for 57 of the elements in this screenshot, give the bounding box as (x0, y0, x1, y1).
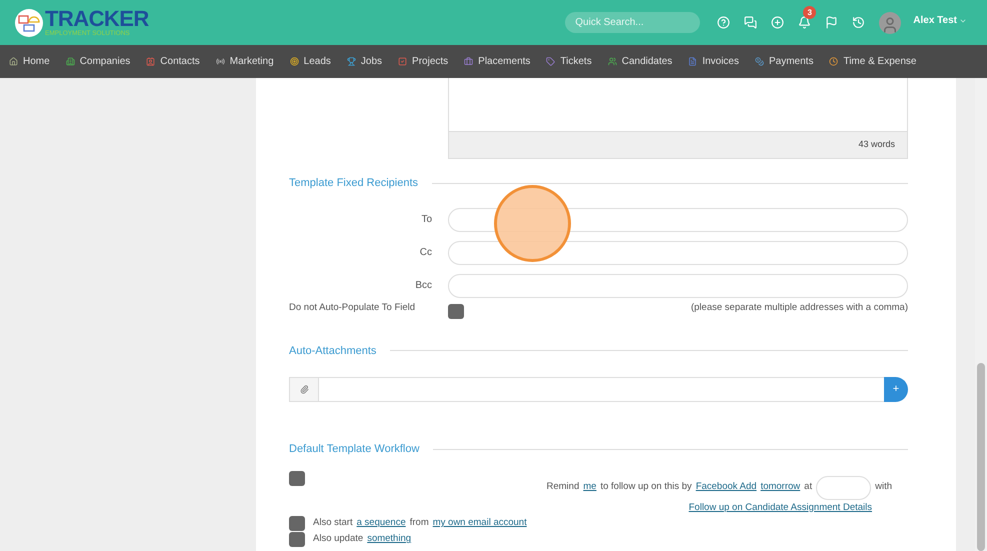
checkbox[interactable] (289, 532, 305, 547)
nav-item[interactable]: Projects (398, 54, 448, 69)
nav-item[interactable]: Tickets (546, 54, 592, 69)
nav-item[interactable]: Companies (66, 54, 130, 69)
nav-item[interactable]: Invoices (688, 54, 739, 69)
nav-item[interactable]: Jobs (346, 54, 382, 69)
recipient-field[interactable] (448, 240, 908, 264)
follow-up-link[interactable]: Follow up on Candidate Assignment Details (688, 500, 872, 515)
workflow-text: from (410, 516, 429, 530)
field-label: Bcc (414, 279, 432, 293)
nav-item[interactable]: Marketing (216, 54, 274, 69)
checkbox[interactable] (448, 304, 464, 318)
chat-icon[interactable] (744, 16, 758, 29)
notification-badge: 3 (803, 6, 816, 19)
nav-item[interactable]: Time & Expense (829, 54, 916, 69)
logo-title: TRACKER (45, 8, 149, 30)
separator-hint: (please separate multiple addresses with a comma) (690, 300, 908, 315)
field-label: To (420, 213, 432, 227)
workflow-link[interactable]: a sequence (356, 516, 406, 530)
add-attachment-button[interactable]: + (884, 377, 908, 402)
word-count: 43 words (858, 138, 895, 152)
quick-search-field[interactable]: Quick Search... (565, 12, 700, 33)
checkbox[interactable] (289, 470, 305, 486)
time-field[interactable] (816, 476, 872, 500)
add-icon[interactable] (771, 16, 784, 29)
workflow-text: to follow up on this by (600, 480, 692, 494)
workflow-text: Remind (546, 480, 580, 494)
paperclip-icon (300, 385, 308, 394)
nav-item[interactable]: Payments (755, 54, 814, 69)
nav-item[interactable]: Home (9, 54, 50, 69)
flag-icon[interactable] (825, 16, 838, 29)
recipient-field[interactable] (448, 274, 908, 298)
nav-item[interactable]: Placements (464, 54, 530, 69)
workflow-text: Also start (313, 516, 353, 530)
avatar-icon[interactable] (879, 12, 902, 34)
nav-item[interactable]: Leads (290, 54, 331, 69)
section-title: Template Fixed Recipients (289, 176, 418, 191)
attachment-field[interactable] (319, 377, 884, 402)
section-title: Auto-Attachments (289, 344, 376, 358)
checkbox[interactable] (289, 516, 305, 531)
workflow-link[interactable]: my own email account (432, 516, 527, 530)
section-title: Default Template Workflow (289, 442, 420, 457)
workflow-link[interactable]: Facebook Add (696, 480, 757, 495)
nav-item[interactable]: Candidates (608, 54, 672, 69)
nav-item[interactable]: Contacts (146, 54, 200, 69)
workflow-link[interactable]: me (583, 480, 596, 495)
history-icon[interactable] (852, 16, 866, 29)
logo-icon (14, 8, 44, 38)
field-label: Cc (418, 246, 432, 260)
help-icon[interactable] (717, 16, 730, 29)
workflow-text: with (875, 480, 892, 494)
workflow-link[interactable]: something (367, 532, 412, 546)
workflow-text: at (804, 480, 812, 494)
bell-icon[interactable] (798, 16, 812, 29)
workflow-text: Also update (313, 532, 364, 546)
workflow-link[interactable]: tomorrow (760, 480, 800, 495)
auto-populate-label: Do not Auto-Populate To Field (289, 300, 416, 315)
